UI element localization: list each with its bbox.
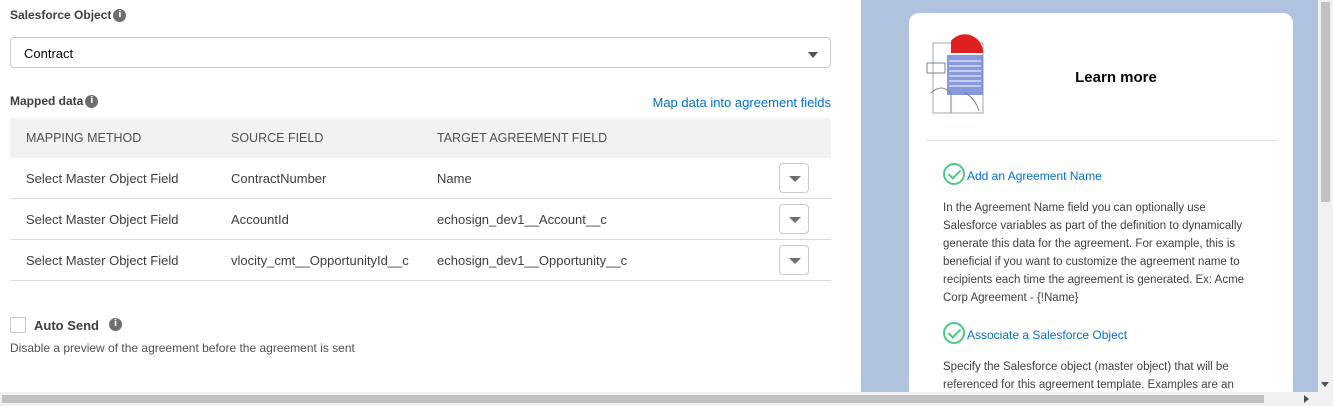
table-header: MAPPING METHOD SOURCE FIELD TARGET AGREE…	[10, 118, 831, 158]
target-field-cell: echosign_dev1__Account__c	[437, 211, 607, 227]
salesforce-object-label-row: Salesforce Object i	[10, 8, 127, 22]
check-circle-icon	[943, 322, 965, 344]
column-header-target-field: TARGET AGREEMENT FIELD	[437, 131, 608, 145]
row-actions-dropdown-button[interactable]	[779, 163, 809, 193]
learn-more-panel: Learn more Add an Agreement Name In the …	[861, 0, 1318, 392]
mapping-method-cell: Select Master Object Field	[26, 252, 179, 268]
table-row: Select Master Object Field vlocity_cmt__…	[10, 240, 831, 281]
scroll-down-arrow-icon[interactable]	[1321, 382, 1329, 387]
auto-send-description: Disable a preview of the agreement befor…	[10, 341, 355, 355]
salesforce-object-value: Contract	[24, 46, 74, 61]
auto-send-checkbox[interactable]	[10, 317, 26, 333]
template-settings-form: Salesforce Object i Contract Mapped data…	[0, 0, 861, 392]
chevron-down-icon	[808, 52, 818, 58]
map-data-link[interactable]: Map data into agreement fields	[653, 95, 832, 110]
info-icon[interactable]: i	[109, 318, 122, 331]
target-field-cell: echosign_dev1__Opportunity__c	[437, 252, 628, 268]
learn-more-card: Learn more Add an Agreement Name In the …	[909, 13, 1293, 392]
scrollbar-thumb[interactable]	[2, 395, 1264, 403]
table-row: Select Master Object Field AccountId ech…	[10, 199, 831, 240]
column-header-mapping-method: MAPPING METHOD	[26, 131, 142, 145]
add-agreement-name-text: In the Agreement Name field you can opti…	[943, 202, 1245, 304]
scrollbar-thumb[interactable]	[1321, 2, 1330, 202]
salesforce-object-label: Salesforce Object	[10, 8, 112, 22]
source-field-cell: AccountId	[231, 211, 289, 227]
learn-more-title: Learn more	[1075, 69, 1157, 86]
auto-send-label[interactable]: Auto Send	[34, 318, 99, 333]
info-icon[interactable]: i	[85, 94, 99, 108]
mapped-data-label: Mapped data	[10, 94, 84, 108]
check-circle-icon	[943, 163, 965, 185]
source-field-cell: ContractNumber	[231, 170, 327, 186]
divider	[927, 140, 1277, 141]
info-icon[interactable]: i	[113, 8, 127, 22]
mapped-data-table: MAPPING METHOD SOURCE FIELD TARGET AGREE…	[10, 118, 831, 281]
source-field-cell: vlocity_cmt__OpportunityId__c	[231, 252, 409, 268]
row-actions-dropdown-button[interactable]	[779, 204, 809, 234]
target-field-cell: Name	[437, 170, 472, 186]
scroll-right-arrow-icon[interactable]	[1304, 395, 1309, 403]
table-row: Select Master Object Field ContractNumbe…	[10, 158, 831, 199]
horizontal-scrollbar[interactable]	[0, 392, 1333, 406]
row-actions-dropdown-button[interactable]	[779, 245, 809, 275]
add-agreement-name-link[interactable]: Add an Agreement Name	[967, 169, 1102, 183]
vertical-scrollbar[interactable]	[1318, 0, 1333, 392]
associate-salesforce-object-text: Specify the Salesforce object (master ob…	[943, 361, 1234, 391]
column-header-source-field: SOURCE FIELD	[231, 131, 324, 145]
mapping-method-cell: Select Master Object Field	[26, 170, 179, 186]
salesforce-object-select[interactable]: Contract	[10, 37, 831, 68]
mapping-method-cell: Select Master Object Field	[26, 211, 179, 227]
mapped-data-label-row: Mapped data i	[10, 94, 99, 108]
associate-salesforce-object-link[interactable]: Associate a Salesforce Object	[967, 328, 1127, 342]
